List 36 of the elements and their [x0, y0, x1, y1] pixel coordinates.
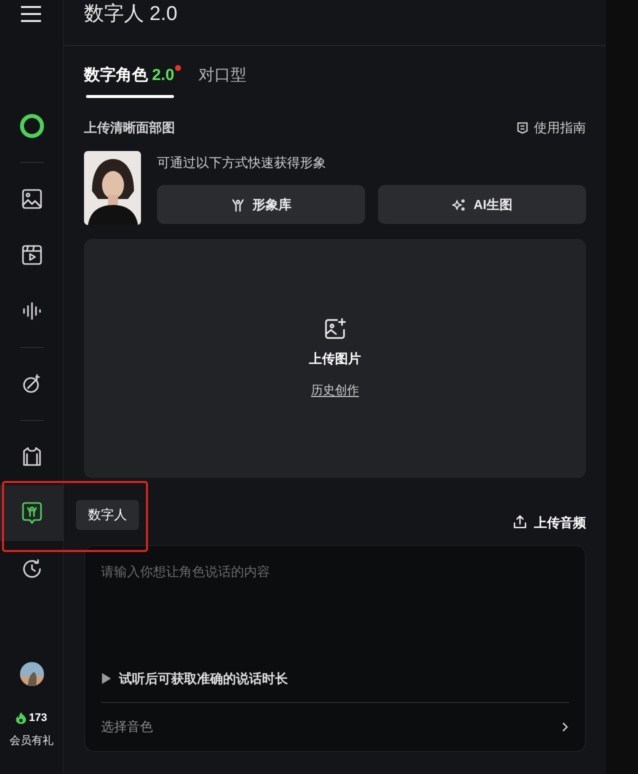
video-icon	[20, 244, 42, 266]
shirt-icon	[20, 446, 42, 468]
image-icon	[20, 188, 42, 210]
upload-icon	[513, 515, 527, 530]
points-count: 173	[28, 711, 48, 726]
sidebar-nav-button[interactable]	[0, 485, 64, 541]
section-label: 上传清晰面部图	[84, 119, 175, 137]
chevron-right-icon	[561, 720, 569, 733]
tab[interactable]: 对口型	[198, 64, 246, 98]
sound-wave-icon	[20, 300, 42, 322]
voice-select[interactable]: 选择音色	[101, 702, 569, 751]
ai-generate-button[interactable]: AI生图	[378, 185, 586, 224]
person-icon	[20, 501, 42, 525]
sparkle-icon	[452, 198, 466, 212]
tab[interactable]: 数字角色 2.0	[84, 64, 174, 98]
guide-link[interactable]: 使用指南	[517, 118, 586, 138]
person-icon	[230, 198, 244, 212]
document-icon	[517, 122, 528, 134]
upload-area[interactable]: 上传图片 历史创作	[84, 238, 586, 478]
text-input-field[interactable]: 请输入你想让角色说话的内容 试听后可获取准确的说话时长 选择音色	[84, 545, 586, 752]
magic-wand-icon	[20, 373, 42, 395]
member-gift-link[interactable]: 会员有礼	[10, 732, 54, 749]
upload-label: 上传图片	[309, 350, 361, 368]
hint-text: 可通过以下方式快速获得形象	[157, 154, 327, 172]
flame-icon	[16, 712, 26, 724]
menu-icon[interactable]	[20, 4, 44, 24]
page-title: 数字人 2.0	[84, 4, 178, 24]
history-link[interactable]: 历史创作	[311, 380, 359, 399]
upload-audio-button[interactable]: 上传音频	[513, 512, 586, 532]
tooltip: 数字人	[76, 500, 139, 530]
logo-icon	[18, 113, 44, 139]
clock-icon	[20, 558, 42, 580]
image-add-icon	[323, 317, 347, 342]
play-icon[interactable]	[101, 672, 111, 684]
preview-hint: 试听后可获取准确的说话时长	[119, 670, 288, 688]
library-button[interactable]: 形象库	[157, 185, 365, 224]
